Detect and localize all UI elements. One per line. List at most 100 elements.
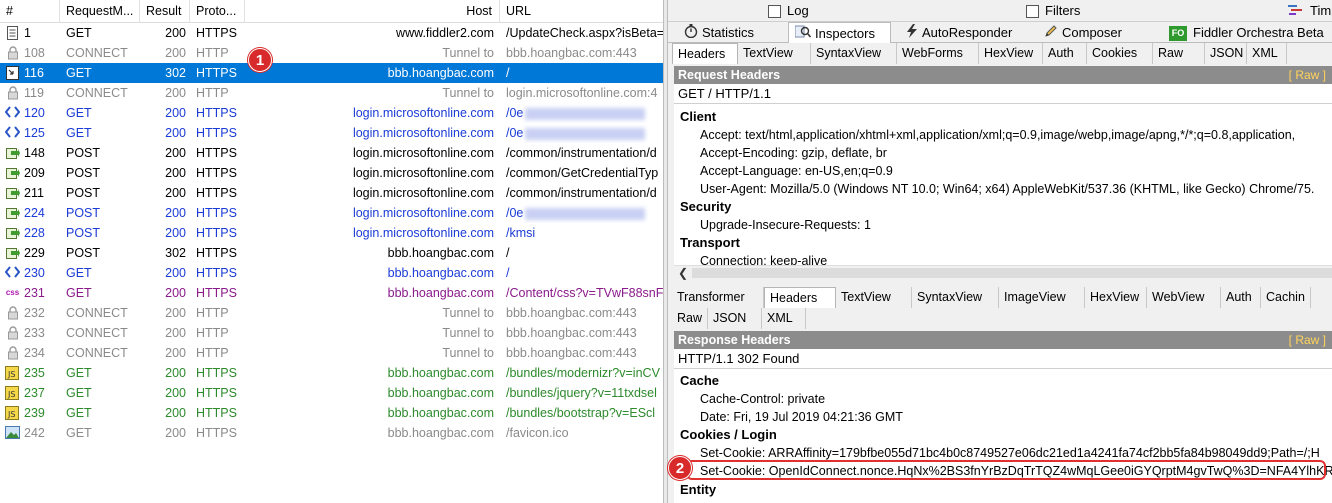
callout-badge-1: 1 <box>248 48 272 72</box>
inspector-tab-raw[interactable]: Raw <box>1153 43 1205 64</box>
request-header-line: User-Agent: Mozilla/5.0 (Windows NT 10.0… <box>700 182 1315 196</box>
request-horizontal-scrollbar[interactable]: ❮ <box>674 265 1332 280</box>
request-status-line: GET / HTTP/1.1 <box>674 84 1332 104</box>
session-row[interactable]: 209 POST 200 HTTPS login.microsoftonline.com… <box>0 163 663 183</box>
tab-inspectors[interactable]: Inspectors <box>788 22 891 44</box>
inspector-tab-headers[interactable]: Headers <box>672 43 738 64</box>
session-number-text: 120 <box>24 106 45 120</box>
session-method: CONNECT <box>66 303 144 323</box>
session-result: 200 <box>146 263 186 283</box>
session-result-text: 200 <box>165 386 186 400</box>
session-row[interactable]: 108 CONNECT 200 HTTP Tunnel to bbb.hoangbac.c… <box>0 43 663 63</box>
filters-checkbox-icon[interactable] <box>1026 5 1039 19</box>
scroll-left-arrow-icon[interactable]: ❮ <box>678 266 688 280</box>
session-row[interactable]: JS 235 GET 200 HTTPS bbb.hoangbac.com/bundles… <box>0 363 663 383</box>
tab-autoresponder[interactable]: AutoResponder <box>900 22 1035 43</box>
response-header-line: Date: Fri, 19 Jul 2019 04:21:36 GMT <box>700 410 903 424</box>
response-raw-link[interactable]: [ Raw ] <box>1289 331 1326 349</box>
session-row[interactable]: 148 POST 200 HTTPS login.microsoftonline.com… <box>0 143 663 163</box>
inspector-tab-webforms[interactable]: WebForms <box>897 43 979 64</box>
inspector-tab-textview[interactable]: TextView <box>836 287 912 308</box>
inspector-tab-headers[interactable]: Headers <box>764 287 836 308</box>
tab-log[interactable]: Log <box>768 0 809 22</box>
column-header-protocol[interactable]: Proto... <box>190 0 245 23</box>
tab-statistics[interactable]: Statistics <box>678 22 793 43</box>
session-host: Tunnel to <box>246 303 494 323</box>
inspector-tab-auth[interactable]: Auth <box>1221 287 1261 308</box>
inspector-tab-imageview[interactable]: ImageView <box>999 287 1085 308</box>
request-response-splitter[interactable] <box>668 280 1332 286</box>
session-host-text: login.microsoftonline.com <box>352 106 494 120</box>
session-protocol: HTTPS <box>196 183 244 203</box>
inspector-tab-hexview[interactable]: HexView <box>1085 287 1147 308</box>
session-number: 229 <box>24 243 60 263</box>
timeline-icon <box>1288 1 1304 23</box>
inspector-tab-json[interactable]: JSON <box>708 308 762 329</box>
session-url-text: bbb.hoangbac.com:443 <box>506 306 637 320</box>
session-protocol-text: HTTP <box>196 306 229 320</box>
session-row[interactable]: 1 GET 200 HTTPS www.fiddler2.com/UpdateCheck… <box>0 23 663 43</box>
session-protocol: HTTP <box>196 303 244 323</box>
session-host: bbb.hoangbac.com <box>246 63 494 83</box>
session-row[interactable]: 242 GET 200 HTTPS bbb.hoangbac.com/favicon.i… <box>0 423 663 443</box>
scrollbar-thumb[interactable] <box>692 268 1332 278</box>
session-row[interactable]: 120 GET 200 HTTPS login.microsoftonline.com /… <box>0 103 663 123</box>
session-host: login.microsoftonline.com <box>246 143 494 163</box>
session-row[interactable]: 229 POST 302 HTTPS bbb.hoangbac.com / <box>0 243 663 263</box>
inspector-tab-xml[interactable]: XML <box>1247 43 1287 64</box>
session-result-text: 200 <box>165 366 186 380</box>
column-header-url[interactable]: URL <box>500 0 663 23</box>
session-row[interactable]: 230 GET 200 HTTPS bbb.hoangbac.com / <box>0 263 663 283</box>
inspector-tab-syntaxview[interactable]: SyntaxView <box>811 43 897 64</box>
session-protocol-text: HTTPS <box>196 166 237 180</box>
tab-timeline[interactable]: Tim <box>1288 0 1331 22</box>
session-protocol: HTTPS <box>196 143 244 163</box>
session-row[interactable]: 228 POST 200 HTTPS login.microsoftonline.com… <box>0 223 663 243</box>
inspector-tab-webview[interactable]: WebView <box>1147 287 1221 308</box>
tab-fiddler-orchestra[interactable]: FO Fiddler Orchestra Beta <box>1163 22 1332 43</box>
column-header-host[interactable]: Host <box>245 0 500 23</box>
session-row[interactable]: 234 CONNECT 200 HTTP Tunnel to bbb.hoangbac.c… <box>0 343 663 363</box>
session-row[interactable]: 233 CONNECT 200 HTTP Tunnel to bbb.hoangbac.c… <box>0 323 663 343</box>
session-number-text: 228 <box>24 226 45 240</box>
session-number-text: 234 <box>24 346 45 360</box>
session-host: bbb.hoangbac.com <box>246 423 494 443</box>
session-row[interactable]: 232 CONNECT 200 HTTP Tunnel to bbb.hoangbac.c… <box>0 303 663 323</box>
inspector-tab-json[interactable]: JSON <box>1205 43 1247 64</box>
tab-filters[interactable]: Filters <box>1026 0 1080 22</box>
session-host: bbb.hoangbac.com <box>246 243 494 263</box>
inspector-tab-textview[interactable]: TextView <box>738 43 811 64</box>
session-method-text: GET <box>66 426 92 440</box>
session-method: POST <box>66 143 144 163</box>
tab-composer[interactable]: Composer <box>1038 22 1158 43</box>
session-result: 200 <box>146 383 186 403</box>
inspector-tab-hexview[interactable]: HexView <box>979 43 1043 64</box>
inspector-tab-cachin[interactable]: Cachin <box>1261 287 1311 308</box>
inspector-tab-raw[interactable]: Raw <box>672 308 708 329</box>
session-row[interactable]: 224 POST 200 HTTPS login.microsoftonline.com… <box>0 203 663 223</box>
inspector-tab-auth[interactable]: Auth <box>1043 43 1087 64</box>
inspector-tab-cookies[interactable]: Cookies <box>1087 43 1153 64</box>
session-method: GET <box>66 63 144 83</box>
session-number: 235 <box>24 363 60 383</box>
session-protocol-text: HTTPS <box>196 26 237 40</box>
request-raw-link[interactable]: [ Raw ] <box>1289 66 1326 84</box>
column-header-number[interactable]: # <box>0 0 60 23</box>
column-header-method[interactable]: RequestM... <box>60 0 140 23</box>
session-row[interactable]: 211 POST 200 HTTPS login.microsoftonline.com… <box>0 183 663 203</box>
session-row[interactable]: 125 GET 200 HTTPS login.microsoftonline.com /… <box>0 123 663 143</box>
session-row[interactable]: 116 GET 302 HTTPS bbb.hoangbac.com / <box>0 63 663 83</box>
session-result: 200 <box>146 323 186 343</box>
session-row[interactable]: 119 CONNECT 200 HTTP Tunnel to login.microsof… <box>0 83 663 103</box>
session-row[interactable]: JS 239 GET 200 HTTPS bbb.hoangbac.com/bundles… <box>0 403 663 423</box>
session-method: CONNECT <box>66 323 144 343</box>
session-list[interactable]: # RequestM... Result Proto... Host URL 1… <box>0 0 663 503</box>
inspector-tab-xml[interactable]: XML <box>762 308 806 329</box>
inspector-tab-syntaxview[interactable]: SyntaxView <box>912 287 999 308</box>
session-row[interactable]: JS 237 GET 200 HTTPS bbb.hoangbac.com/bundles… <box>0 383 663 403</box>
session-row[interactable]: css 231 GET 200 HTTPS bbb.hoangbac.com/Conten… <box>0 283 663 303</box>
session-number-text: 229 <box>24 246 45 260</box>
inspector-tab-transformer[interactable]: Transformer <box>672 287 764 308</box>
column-header-result[interactable]: Result <box>140 0 190 23</box>
request-header-line: Accept: text/html,application/xhtml+xml,… <box>700 128 1296 142</box>
